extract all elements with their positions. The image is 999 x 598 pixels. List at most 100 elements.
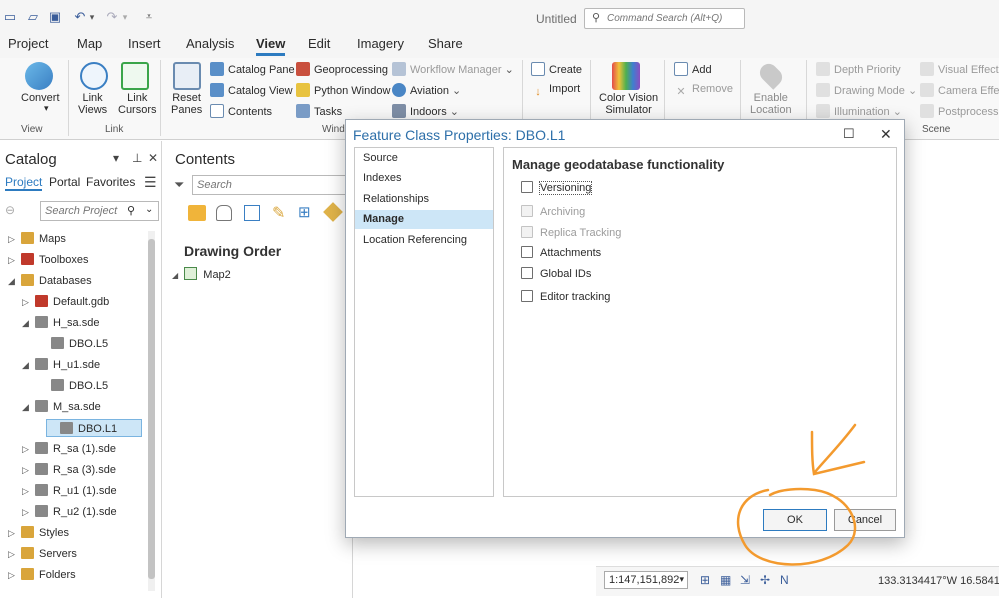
list-by-snapping-icon[interactable]: ⊞	[298, 203, 311, 221]
catalog-view-button[interactable]: Catalog View	[210, 83, 293, 97]
link-cursors-icon[interactable]	[121, 62, 149, 90]
convert-dropdown-icon[interactable]: ▾	[44, 102, 49, 114]
expand-arrow-icon[interactable]: ◢	[8, 272, 18, 290]
nav-item-manage[interactable]: Manage	[355, 210, 493, 229]
scrollbar-thumb[interactable]	[148, 239, 155, 579]
scale-selector[interactable]: 1:147,151,892 ▾	[604, 571, 688, 589]
catalog-item-r-sa-3-sde[interactable]: ▷ R_sa (3).sde	[22, 461, 116, 479]
tab-share[interactable]: Share	[428, 36, 463, 52]
location-pin-icon[interactable]	[756, 60, 786, 90]
editor-tracking-checkbox[interactable]: Editor tracking	[521, 290, 610, 306]
map-item[interactable]: ◢ Map2	[172, 267, 231, 281]
nav-item-location-referencing[interactable]: Location Referencing	[355, 231, 493, 250]
expand-arrow-icon[interactable]: ▷	[22, 461, 32, 479]
snapping-icon[interactable]: ✢	[760, 573, 774, 587]
checkbox-box[interactable]	[521, 267, 533, 279]
expand-arrow-icon[interactable]: ◢	[22, 356, 32, 374]
close-icon[interactable]: ✕	[148, 151, 158, 165]
catalog-item-dbo-l1[interactable]: DBO.L1	[46, 419, 142, 437]
catalog-item-r-sa-1-sde[interactable]: ▷ R_sa (1).sde	[22, 440, 116, 458]
tab-view[interactable]: View	[256, 36, 286, 56]
illumination-button[interactable]: Illumination ⌄	[816, 104, 902, 118]
contents-search[interactable]	[192, 175, 357, 195]
catalog-search[interactable]: ⚲ ⌄	[40, 201, 159, 221]
global-ids-checkbox[interactable]: Global IDs	[521, 267, 591, 283]
catalog-item-h-u1-sde[interactable]: ◢ H_u1.sde	[22, 356, 100, 374]
checkbox-box[interactable]	[521, 181, 533, 193]
expand-arrow-icon[interactable]: ▷	[8, 566, 18, 584]
postprocessing-button[interactable]: Postprocessin	[920, 104, 999, 118]
aviation-button[interactable]: Aviation ⌄	[392, 83, 461, 97]
expand-arrow-icon[interactable]: ◢	[22, 314, 32, 332]
north-arrow-icon[interactable]: N	[780, 573, 794, 587]
link-views-button[interactable]: Link Views	[78, 92, 107, 116]
catalog-tab-favorites[interactable]: Favorites	[86, 175, 135, 189]
tab-imagery[interactable]: Imagery	[357, 36, 404, 52]
checkbox-box[interactable]	[521, 290, 533, 302]
catalog-item-dbo-l5[interactable]: DBO.L5	[38, 335, 108, 353]
remove-button[interactable]: ✕ Remove	[674, 83, 733, 99]
command-search[interactable]: ⚲	[584, 8, 745, 29]
visual-effect-button[interactable]: Visual Effect	[920, 62, 999, 76]
reset-panes-icon[interactable]	[173, 62, 201, 90]
catalog-tab-portal[interactable]: Portal	[49, 175, 80, 189]
nav-item-source[interactable]: Source	[355, 149, 493, 168]
tab-project[interactable]: Project	[8, 36, 48, 52]
convert-button[interactable]: Convert	[21, 92, 60, 104]
command-search-input[interactable]	[607, 11, 743, 26]
catalog-item-databases[interactable]: ◢ Databases	[8, 272, 92, 290]
cancel-button[interactable]: Cancel	[834, 509, 896, 531]
link-views-icon[interactable]	[80, 62, 108, 90]
grid-icon[interactable]: ⊞	[700, 573, 714, 587]
contents-button[interactable]: Contents	[210, 104, 272, 118]
catalog-item-toolboxes[interactable]: ▷ Toolboxes	[8, 251, 89, 269]
camera-effect-button[interactable]: Camera Effec	[920, 83, 999, 97]
tab-edit[interactable]: Edit	[308, 36, 330, 52]
catalog-tab-project[interactable]: Project	[5, 175, 43, 191]
catalog-item-folders[interactable]: ▷ Folders	[8, 566, 76, 584]
customize-toolbar-icon[interactable]: ⩡	[141, 9, 157, 25]
fixed-zoom-icon[interactable]: ⇲	[740, 573, 754, 587]
python-window-button[interactable]: Python Window	[296, 83, 390, 97]
expand-arrow-icon[interactable]: ▷	[22, 503, 32, 521]
geoprocessing-button[interactable]: Geoprocessing	[296, 62, 388, 76]
table-icon[interactable]: ▦	[720, 573, 734, 587]
expand-arrow-icon[interactable]: ▷	[8, 230, 18, 248]
open-project-icon[interactable]: ▱	[25, 9, 41, 25]
indoors-button[interactable]: Indoors ⌄	[392, 104, 459, 118]
link-cursors-button[interactable]: Link Cursors	[118, 92, 157, 116]
menu-icon[interactable]: ☰	[144, 174, 157, 191]
tab-insert[interactable]: Insert	[128, 36, 161, 52]
create-button[interactable]: Create	[531, 62, 582, 76]
list-by-labeling-icon[interactable]	[323, 202, 343, 222]
catalog-search-input[interactable]	[45, 205, 123, 217]
expand-arrow-icon[interactable]: ▷	[22, 440, 32, 458]
checkbox-box[interactable]	[521, 246, 533, 258]
redo-dropdown-icon[interactable]: ▾	[120, 9, 130, 25]
filter-icon[interactable]: ⏷	[174, 177, 184, 193]
pane-options-icon[interactable]: ▾	[113, 151, 119, 165]
list-by-selection-icon[interactable]	[244, 205, 260, 221]
tab-analysis[interactable]: Analysis	[186, 36, 234, 52]
maximize-icon[interactable]: ☐	[843, 126, 855, 142]
catalog-pane-button[interactable]: Catalog Pane	[210, 62, 295, 76]
nav-item-relationships[interactable]: Relationships	[355, 190, 493, 209]
search-icon[interactable]: ⚲	[127, 204, 135, 217]
drawing-mode-button[interactable]: Drawing Mode ⌄	[816, 83, 917, 97]
expand-arrow-icon[interactable]: ◢	[22, 398, 32, 416]
save-icon[interactable]: ▣	[47, 9, 63, 25]
list-by-editing-icon[interactable]: ✎	[272, 203, 285, 223]
versioning-checkbox[interactable]: Versioning	[521, 181, 593, 197]
list-by-drawing-order-icon[interactable]	[188, 205, 206, 221]
tab-map[interactable]: Map	[77, 36, 102, 52]
expand-arrow-icon[interactable]: ▷	[8, 251, 18, 269]
nav-item-indexes[interactable]: Indexes	[355, 169, 493, 188]
attachments-checkbox[interactable]: Attachments	[521, 246, 601, 262]
expand-arrow-icon[interactable]: ◢	[172, 271, 178, 280]
close-icon[interactable]: ✕	[880, 126, 892, 143]
tasks-button[interactable]: Tasks	[296, 104, 342, 118]
import-button[interactable]: ↓ Import	[531, 83, 580, 100]
expand-arrow-icon[interactable]: ▷	[8, 545, 18, 563]
catalog-item-r-u2-1-sde[interactable]: ▷ R_u2 (1).sde	[22, 503, 117, 521]
catalog-item-r-u1-1-sde[interactable]: ▷ R_u1 (1).sde	[22, 482, 117, 500]
